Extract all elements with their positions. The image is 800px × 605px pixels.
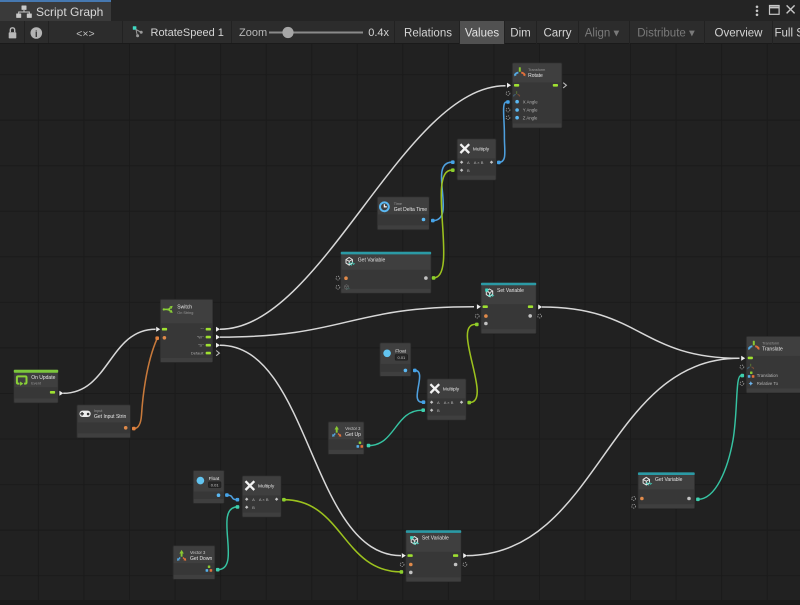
svg-text:B: B [437,408,440,413]
svg-text:Multiply: Multiply [473,147,490,153]
svg-text:Get Down: Get Down [190,556,212,562]
svg-text:A: A [437,400,440,405]
svg-text:Set Variable: Set Variable [422,536,449,542]
svg-text:Multiply: Multiply [258,484,275,490]
svg-text:Float: Float [395,349,406,355]
svg-text:Event: Event [31,382,42,386]
svg-text:Get Variable: Get Variable [655,477,683,483]
svg-text:i: i [35,29,38,39]
svg-text:"W": "W" [197,335,204,340]
svg-text:Time: Time [394,202,402,206]
svg-text:Translation: Translation [757,373,779,378]
svg-text:Transform: Transform [528,68,545,72]
svg-text:Distribute ▾: Distribute ▾ [637,27,695,39]
svg-text:0.01: 0.01 [398,355,407,360]
svg-text:RotateSpeed 1: RotateSpeed 1 [151,27,224,39]
svg-text:"S": "S" [198,343,204,348]
svg-text:Relative To: Relative To [757,381,779,386]
svg-text:Overview: Overview [715,27,764,39]
svg-text:Switch: Switch [177,304,192,310]
svg-text:B: B [252,505,255,510]
svg-text:On Update: On Update [31,375,55,381]
svg-text:Rotate: Rotate [528,73,543,79]
svg-text:Default: Default [191,351,205,356]
svg-text:B: B [467,168,470,173]
svg-text:Vector 3: Vector 3 [345,426,361,431]
svg-text:A × B: A × B [444,400,454,405]
svg-text:Zoom: Zoom [239,27,267,39]
svg-text:Get Delta Time: Get Delta Time [394,207,428,213]
svg-text:Y Angle: Y Angle [523,108,538,113]
svg-text:On String: On String [177,311,193,315]
svg-text:<×>: <×> [76,28,94,40]
svg-text:A: A [252,497,255,502]
svg-text:Set Variable: Set Variable [497,288,524,294]
svg-text:Vector 3: Vector 3 [190,550,206,555]
svg-text:Dim: Dim [510,27,530,39]
svg-text:Z Angle: Z Angle [523,115,538,120]
svg-text:Input: Input [94,409,103,413]
svg-text:A × B: A × B [259,497,269,502]
svg-text:Align ▾: Align ▾ [585,27,620,39]
svg-text:Carry: Carry [543,27,571,39]
svg-text:0.01: 0.01 [211,482,220,487]
svg-text:0.4x: 0.4x [368,27,389,39]
svg-text:Relations: Relations [404,27,452,39]
svg-text:Float: Float [209,476,220,482]
svg-text:Multiply: Multiply [443,387,460,393]
svg-text:A × B: A × B [474,160,484,165]
svg-text:Translate: Translate [762,346,783,352]
svg-text:A: A [467,160,470,165]
svg-text:Full Scre: Full Scre [775,27,800,39]
svg-text:Get Input Strin: Get Input Strin [94,414,126,420]
svg-text:X Angle: X Angle [523,99,538,104]
svg-text:Get Up: Get Up [345,432,361,438]
svg-text:Get Variable: Get Variable [358,257,386,263]
svg-text:Values: Values [465,27,500,39]
svg-text:Script Graph: Script Graph [36,5,103,19]
svg-text:Transform: Transform [762,341,779,345]
